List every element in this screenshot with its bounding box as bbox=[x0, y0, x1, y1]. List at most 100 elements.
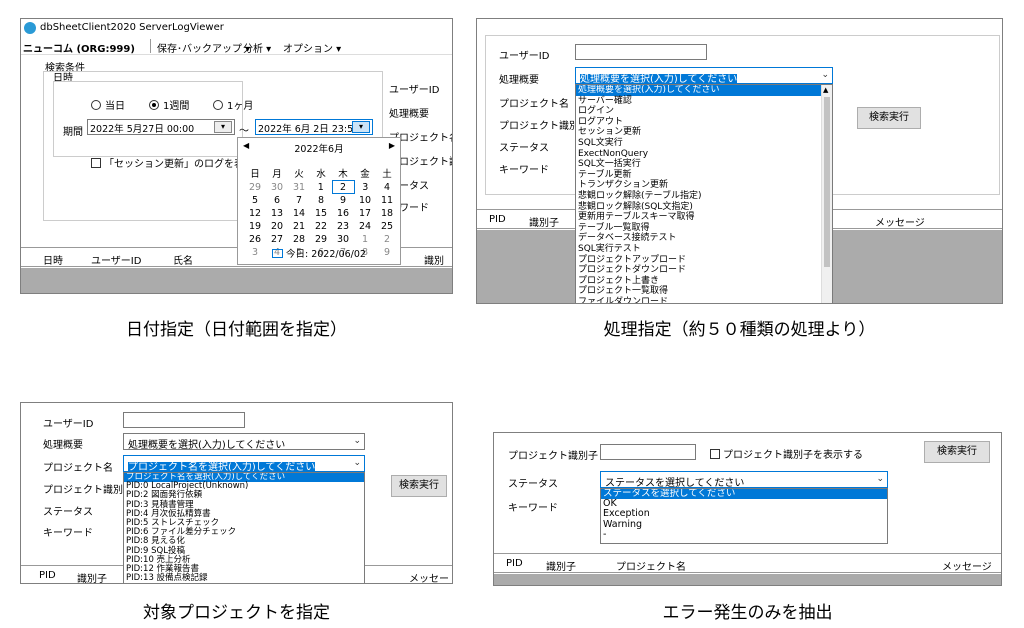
list-item[interactable]: SQL文一括実行 bbox=[576, 159, 832, 170]
list-item[interactable]: ログアウト bbox=[576, 117, 832, 128]
list-item[interactable]: プロジェクトアップロード bbox=[576, 255, 832, 266]
col-message[interactable]: メッセージ bbox=[942, 558, 992, 573]
col-project-name[interactable]: プロジェクト名 bbox=[616, 558, 686, 573]
list-item[interactable]: PID:13 設備点検記録 bbox=[124, 574, 364, 583]
calendar-day[interactable]: 30 bbox=[332, 233, 354, 246]
calendar-dropdown-icon[interactable]: ▾ bbox=[214, 121, 232, 133]
list-item[interactable]: セッション更新 bbox=[576, 127, 832, 138]
menu-options[interactable]: オプション ▾ bbox=[283, 40, 341, 55]
calendar-day[interactable]: 27 bbox=[266, 233, 288, 246]
list-item[interactable]: プロジェクト一覧取得 bbox=[576, 286, 832, 297]
list-item[interactable]: 悲観ロック解除(SQL文指定) bbox=[576, 202, 832, 213]
calendar-day[interactable]: 17 bbox=[354, 207, 376, 220]
calendar-day[interactable]: 11 bbox=[376, 194, 398, 207]
date-to-picker[interactable]: 2022年 6月 2日 23:59 ▾ bbox=[255, 119, 373, 135]
calendar-popup[interactable]: ◀ 2022年6月 ▶ 日月火水木金土 29 30 31 1 2 3 4 5 6 7 8 9 10 11 1… bbox=[237, 137, 401, 265]
calendar-day[interactable]: 12 bbox=[244, 207, 266, 220]
list-item[interactable]: - bbox=[601, 529, 887, 540]
list-item[interactable]: サーバー確認 bbox=[576, 96, 832, 107]
status-dropdown-list[interactable]: ステータスを選択してください OK Exception Warning - bbox=[600, 488, 888, 544]
col-pid[interactable]: PID bbox=[489, 214, 506, 225]
calendar-day[interactable]: 9 bbox=[332, 194, 354, 207]
calendar-dropdown-icon[interactable]: ▾ bbox=[352, 121, 370, 133]
list-item[interactable]: Warning bbox=[601, 519, 887, 530]
list-item[interactable]: Exception bbox=[601, 509, 887, 519]
col-identifier[interactable]: 識別子 bbox=[546, 558, 576, 573]
list-item[interactable]: 更新用テーブルスキーマ取得 bbox=[576, 212, 832, 223]
col-identifier[interactable]: 識別子 bbox=[529, 214, 559, 229]
radio-week[interactable]: 1週間 bbox=[149, 97, 189, 112]
list-item[interactable]: SQL文実行 bbox=[576, 138, 832, 149]
col-datetime[interactable]: 日時 bbox=[43, 252, 63, 267]
calendar-day[interactable]: 23 bbox=[332, 220, 354, 233]
chevron-down-icon[interactable]: ⌄ bbox=[353, 458, 361, 468]
list-item[interactable]: ログイン bbox=[576, 106, 832, 117]
list-item[interactable]: ステータスを選択してください bbox=[601, 489, 887, 500]
calendar-day[interactable]: 31 bbox=[288, 181, 310, 194]
calendar-day[interactable]: 22 bbox=[310, 220, 332, 233]
col-message[interactable]: メッセージ bbox=[875, 214, 925, 229]
menu-backup[interactable]: 保存･バックアップ ▾ bbox=[157, 40, 250, 55]
list-item[interactable]: 処理概要を選択(入力)してください bbox=[576, 85, 832, 96]
list-item[interactable]: 悲観ロック解除(テーブル指定) bbox=[576, 191, 832, 202]
calendar-day[interactable]: 29 bbox=[310, 233, 332, 246]
menu-org[interactable]: ニューコム (ORG:999) bbox=[23, 40, 135, 55]
project-combo[interactable]: プロジェクト名を選択(入力)してください ⌄ bbox=[123, 455, 365, 472]
col-pid[interactable]: PID bbox=[506, 558, 523, 569]
search-button[interactable]: 検索実行 bbox=[391, 475, 447, 497]
date-from-picker[interactable]: 2022年 5月27日 00:00 ▾ bbox=[87, 119, 235, 135]
search-button[interactable]: 検索実行 bbox=[857, 107, 921, 129]
calendar-month[interactable]: 2022年6月 bbox=[238, 141, 400, 155]
list-item[interactable]: SQL実行テスト bbox=[576, 244, 832, 255]
calendar-day[interactable]: 28 bbox=[288, 233, 310, 246]
chevron-down-icon[interactable]: ⌄ bbox=[876, 474, 884, 484]
radio-today[interactable]: 当日 bbox=[91, 97, 125, 112]
calendar-day[interactable]: 8 bbox=[310, 194, 332, 207]
calendar-day[interactable]: 4 bbox=[376, 181, 398, 194]
user-id-input[interactable] bbox=[123, 412, 245, 428]
calendar-day[interactable]: 10 bbox=[354, 194, 376, 207]
calendar-day[interactable]: 26 bbox=[244, 233, 266, 246]
scroll-thumb[interactable] bbox=[824, 97, 830, 267]
next-month-icon[interactable]: ▶ bbox=[389, 141, 395, 150]
list-item[interactable]: テーブル更新 bbox=[576, 170, 832, 181]
calendar-day[interactable]: 1 bbox=[310, 181, 332, 194]
calendar-day[interactable]: 3 bbox=[354, 181, 376, 194]
calendar-day[interactable]: 3 bbox=[244, 246, 266, 259]
col-name[interactable]: 氏名 bbox=[173, 252, 193, 267]
user-id-input[interactable] bbox=[575, 44, 707, 60]
calendar-day[interactable]: 24 bbox=[354, 220, 376, 233]
calendar-day[interactable]: 21 bbox=[288, 220, 310, 233]
calendar-day[interactable]: 9 bbox=[376, 246, 398, 259]
chevron-down-icon[interactable]: ⌄ bbox=[353, 436, 361, 446]
list-item[interactable]: プロジェクトダウンロード bbox=[576, 265, 832, 276]
list-item[interactable]: テーブル一覧取得 bbox=[576, 223, 832, 234]
calendar-day[interactable]: 25 bbox=[376, 220, 398, 233]
chevron-down-icon[interactable]: ⌄ bbox=[821, 70, 829, 80]
list-item[interactable]: データベース接続テスト bbox=[576, 233, 832, 244]
scroll-up-icon[interactable]: ▲ bbox=[823, 85, 828, 96]
radio-month[interactable]: 1ヶ月 bbox=[213, 97, 253, 112]
calendar-day[interactable]: 16 bbox=[332, 207, 354, 220]
process-combo[interactable]: 処理概要を選択(入力)してください ⌄ bbox=[575, 67, 833, 84]
list-item[interactable]: ファイルダウンロード bbox=[576, 297, 832, 303]
col-identifier[interactable]: 識別子 bbox=[77, 570, 107, 583]
search-button[interactable]: 検索実行 bbox=[924, 441, 990, 463]
process-combo[interactable]: 処理概要を選択(入力)してください ⌄ bbox=[123, 433, 365, 450]
process-dropdown-list[interactable]: ▲ 処理概要を選択(入力)してください サーバー確認 ログイン ログアウト セッション更… bbox=[575, 84, 833, 303]
calendar-day[interactable]: 20 bbox=[266, 220, 288, 233]
calendar-day[interactable]: 30 bbox=[266, 181, 288, 194]
calendar-day[interactable]: 18 bbox=[376, 207, 398, 220]
project-dropdown-list[interactable]: プロジェクト名を選択(入力)してください PID:0 LocalProject(U… bbox=[123, 472, 365, 583]
calendar-day[interactable]: 15 bbox=[310, 207, 332, 220]
list-item[interactable]: プロジェクト上書き bbox=[576, 276, 832, 287]
project-id-input[interactable] bbox=[600, 444, 696, 460]
calendar-day[interactable]: 29 bbox=[244, 181, 266, 194]
calendar-day[interactable]: 19 bbox=[244, 220, 266, 233]
show-project-id-checkbox[interactable]: プロジェクト識別子を表示する bbox=[710, 446, 863, 461]
col-message[interactable]: メッセージ bbox=[409, 570, 452, 583]
calendar-day[interactable]: 6 bbox=[266, 194, 288, 207]
calendar-day[interactable]: 7 bbox=[288, 194, 310, 207]
col-user-id[interactable]: ユーザーID bbox=[91, 252, 141, 267]
list-item[interactable]: ExectNonQuery bbox=[576, 149, 832, 160]
